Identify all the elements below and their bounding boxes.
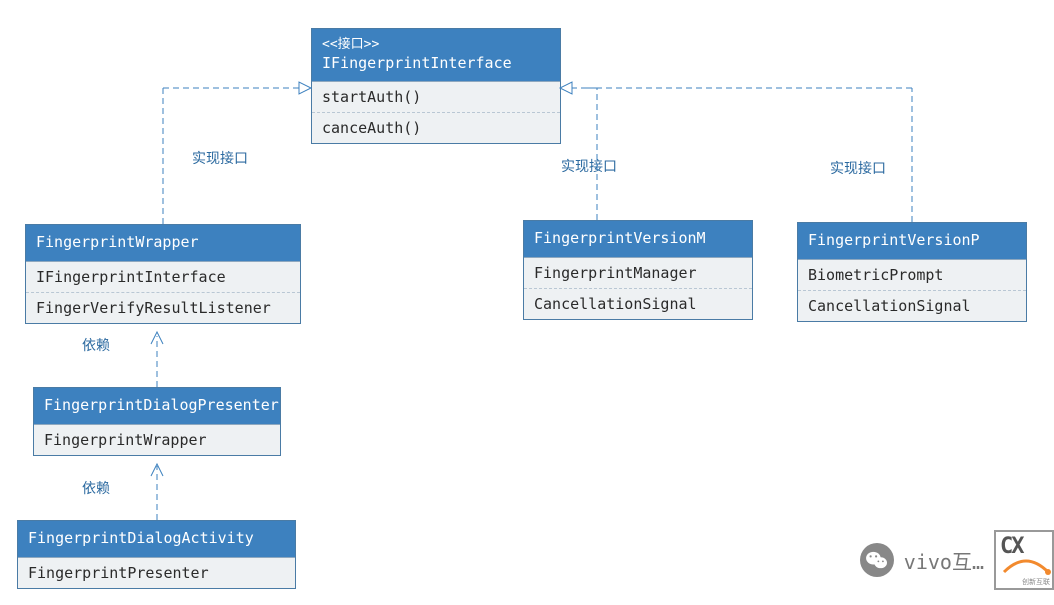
class-attributes: BiometricPrompt CancellationSignal <box>798 259 1026 321</box>
class-header: FingerprintVersionP <box>798 223 1026 259</box>
class-fingerprint-dialog-presenter: FingerprintDialogPresenter FingerprintWr… <box>33 387 281 456</box>
attribute: FingerVerifyResultListener <box>26 292 300 323</box>
edge-label-depend: 依赖 <box>82 335 110 355</box>
class-header: FingerprintDialogPresenter <box>34 388 280 424</box>
stereotype-label: <<接口>> <box>322 37 550 54</box>
class-name: FingerprintVersionP <box>808 231 1016 251</box>
attribute: CancellationSignal <box>524 288 752 319</box>
attribute: IFingerprintInterface <box>26 261 300 292</box>
watermark: vivo互… CX 创新互联 <box>860 530 1054 590</box>
class-fingerprint-versionp: FingerprintVersionP BiometricPrompt Canc… <box>797 222 1027 322</box>
class-header: FingerprintVersionM <box>524 221 752 257</box>
attribute: FingerprintPresenter <box>18 557 295 588</box>
edge-label-realize: 实现接口 <box>192 148 248 168</box>
class-ifingerprint-interface: <<接口>> IFingerprintInterface startAuth()… <box>311 28 561 144</box>
edge-label-depend: 依赖 <box>82 478 110 498</box>
class-name: IFingerprintInterface <box>322 54 550 74</box>
class-name: FingerprintVersionM <box>534 229 742 249</box>
class-attributes: FingerprintWrapper <box>34 424 280 455</box>
attribute: FingerprintWrapper <box>34 424 280 455</box>
class-header: FingerprintWrapper <box>26 225 300 261</box>
class-attributes: FingerprintManager CancellationSignal <box>524 257 752 319</box>
attribute: BiometricPrompt <box>798 259 1026 290</box>
class-name: FingerprintDialogActivity <box>28 529 285 549</box>
watermark-label: vivo互… <box>904 546 984 575</box>
brand-badge: CX 创新互联 <box>994 530 1054 590</box>
class-methods: startAuth() canceAuth() <box>312 81 560 143</box>
method: canceAuth() <box>312 112 560 143</box>
attribute: CancellationSignal <box>798 290 1026 321</box>
wechat-icon <box>860 543 894 577</box>
edge-label-realize: 实现接口 <box>561 156 617 176</box>
class-attributes: IFingerprintInterface FingerVerifyResult… <box>26 261 300 323</box>
class-fingerprint-dialog-activity: FingerprintDialogActivity FingerprintPre… <box>17 520 296 589</box>
method: startAuth() <box>312 81 560 112</box>
attribute: FingerprintManager <box>524 257 752 288</box>
class-name: FingerprintDialogPresenter <box>44 396 270 416</box>
class-fingerprint-versionm: FingerprintVersionM FingerprintManager C… <box>523 220 753 320</box>
badge-subtext: 创新互联 <box>1022 579 1050 586</box>
class-header: <<接口>> IFingerprintInterface <box>312 29 560 81</box>
class-fingerprint-wrapper: FingerprintWrapper IFingerprintInterface… <box>25 224 301 324</box>
class-header: FingerprintDialogActivity <box>18 521 295 557</box>
class-attributes: FingerprintPresenter <box>18 557 295 588</box>
edge-label-realize: 实现接口 <box>830 158 886 178</box>
class-name: FingerprintWrapper <box>36 233 290 253</box>
